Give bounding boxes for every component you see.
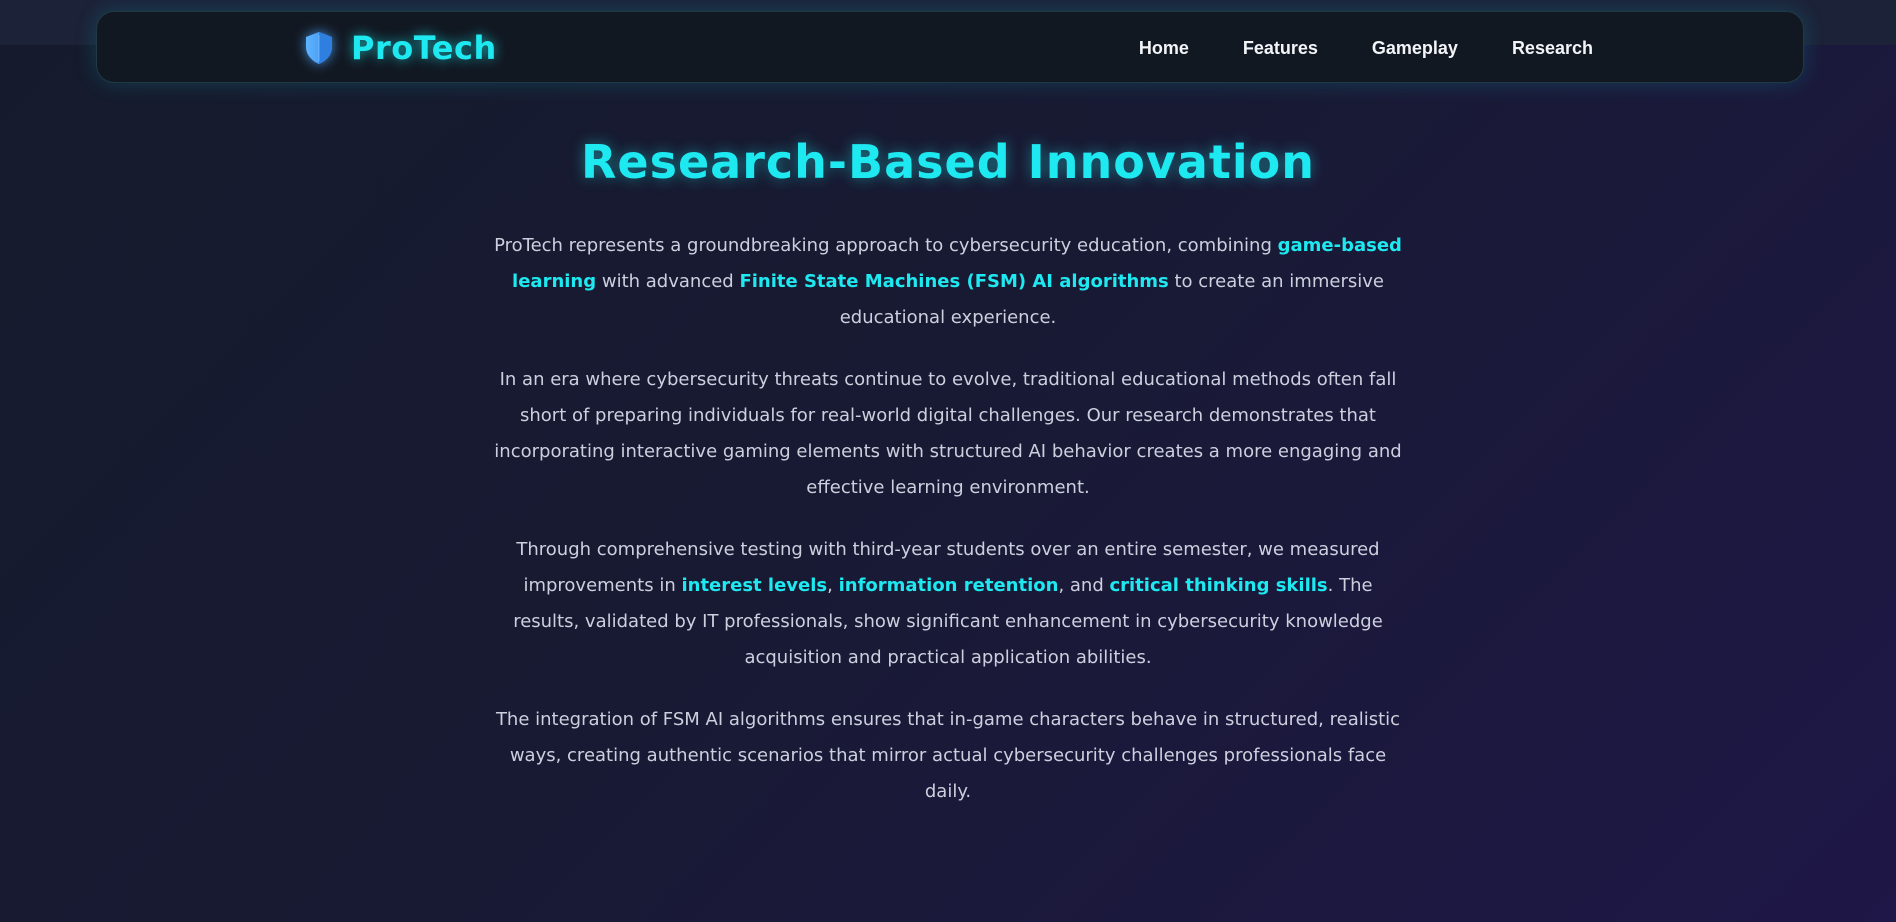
highlight-fsm-ai: Finite State Machines (FSM) AI algorithm… bbox=[739, 271, 1169, 292]
highlight-interest-levels: interest levels bbox=[681, 575, 828, 596]
highlight-critical-thinking: critical thinking skills bbox=[1109, 575, 1328, 596]
section-title: Research-Based Innovation bbox=[580, 135, 1315, 189]
context-paragraph: In an era where cybersecurity threats co… bbox=[494, 369, 1402, 498]
text-span: ProTech represents a groundbreaking appr… bbox=[494, 235, 1278, 256]
brand-name: ProTech bbox=[351, 29, 497, 67]
nav-home[interactable]: Home bbox=[1139, 38, 1189, 59]
navbar: ProTech Home Features Gameplay Research bbox=[96, 11, 1804, 83]
brand-logo[interactable]: ProTech bbox=[305, 12, 497, 84]
results-paragraph: Through comprehensive testing with third… bbox=[493, 532, 1403, 676]
fsm-paragraph: The integration of FSM AI algorithms ens… bbox=[495, 709, 1401, 802]
nav-research[interactable]: Research bbox=[1512, 38, 1593, 59]
nav-features[interactable]: Features bbox=[1243, 38, 1318, 59]
intro-paragraph: ProTech represents a groundbreaking appr… bbox=[493, 228, 1403, 336]
highlight-information-retention: information retention bbox=[838, 575, 1059, 596]
research-section: Research-Based Innovation ProTech repres… bbox=[0, 130, 1896, 836]
nav-links: Home Features Gameplay Research bbox=[1085, 12, 1593, 84]
text-span: , bbox=[827, 575, 839, 596]
text-span: , and bbox=[1058, 575, 1110, 596]
text-span: with advanced bbox=[596, 271, 740, 292]
shield-icon bbox=[305, 31, 333, 65]
nav-gameplay[interactable]: Gameplay bbox=[1372, 38, 1458, 59]
